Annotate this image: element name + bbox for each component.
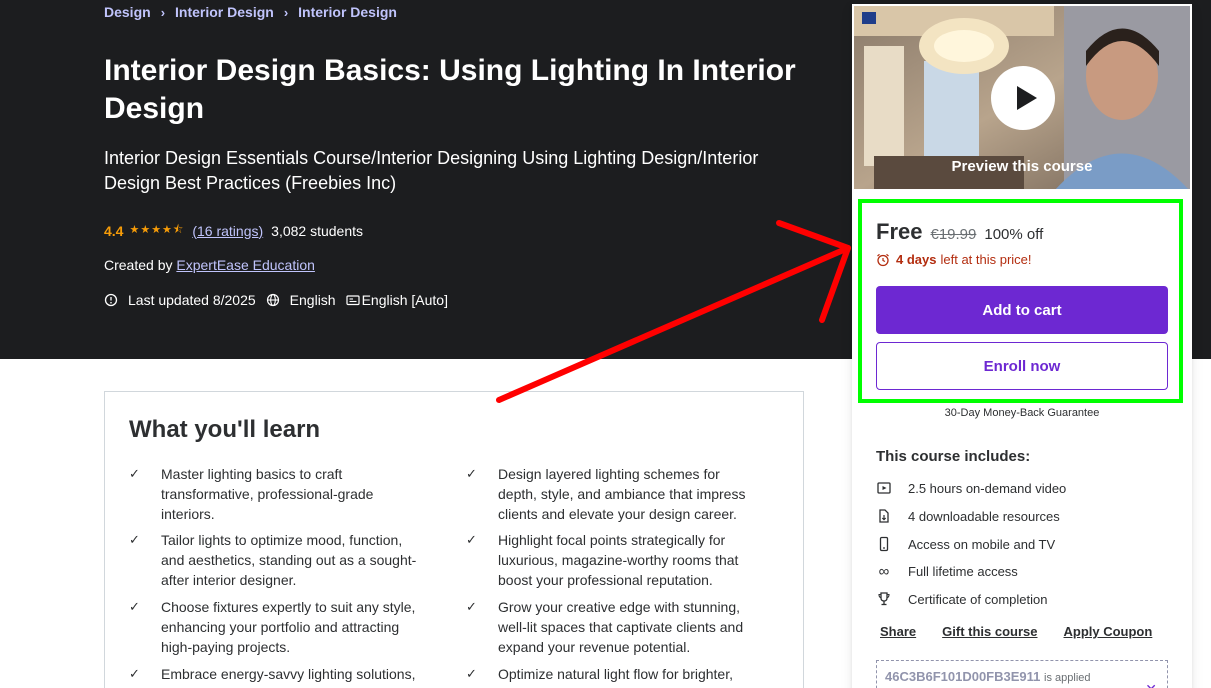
include-item-mobile: Access on mobile and TV [876,536,1055,552]
breadcrumb-item-interior-design-topic[interactable]: Interior Design [298,4,397,20]
include-item-text: Full lifetime access [908,563,1018,579]
globe-icon [266,293,279,307]
learn-heading: What you'll learn [129,416,321,443]
check-icon: ✓ [466,532,477,547]
ratings-count-link[interactable]: (16 ratings) [192,223,263,239]
closed-captions-icon [345,295,360,306]
mobile-icon [879,536,889,552]
alert-badge-icon [104,293,118,307]
include-item-text: Access on mobile and TV [908,536,1056,552]
chevron-right-icon: › [160,4,166,20]
rating-row: 4.4 ★★★★⯪ (16 ratings) 3,082 students [104,221,363,240]
learn-item-text: Highlight focal points strategically for… [498,532,739,588]
play-icon [1017,86,1037,110]
sidebar-links: Share Gift this course Apply Coupon [880,624,1178,639]
include-item-lifetime: ∞ Full lifetime access [876,562,1018,580]
check-icon: ✓ [466,599,477,614]
star-rating-icon: ★★★★⯪ [129,224,185,236]
instructor-link[interactable]: ExpertEase Education [176,257,315,273]
learn-item: ✓ Master lighting basics to craft transfo… [129,464,419,524]
last-updated: Last updated 8/2025 [104,292,256,308]
applied-coupon: 46C3B6F101D00FB3E911 is applied ✕ [876,660,1168,688]
infinity-icon: ∞ [878,562,890,580]
captions-text: English [Auto] [361,292,448,308]
rating-value: 4.4 [104,222,124,239]
trophy-icon [878,592,890,606]
learn-item: ✓ Grow your creative edge with stunning, … [466,597,756,657]
check-icon: ✓ [466,466,477,481]
learn-item: ✓ Highlight focal points strategically fo… [466,530,756,590]
learn-item: ✓ Optimize natural light flow for brighte… [466,664,756,688]
remove-coupon-icon[interactable]: ✕ [1145,681,1157,688]
learn-item-text: Optimize natural light flow for brighter… [498,666,733,688]
gift-course-link[interactable]: Gift this course [942,624,1037,639]
last-updated-text: Last updated 8/2025 [128,292,256,308]
learn-item-text: Master lighting basics to craft transfor… [161,466,374,522]
includes-title: This course includes: [876,448,1031,465]
learn-item-text: Embrace energy-savvy lighting solutions, [161,666,416,682]
chevron-right-icon: › [283,4,289,20]
check-icon: ✓ [129,466,140,481]
language-text: English [289,292,336,308]
breadcrumb-item-interior-design[interactable]: Interior Design [175,4,274,20]
include-item-text: 2.5 hours on-demand video [908,480,1067,496]
learn-item-text: Choose fixtures expertly to suit any sty… [161,599,416,655]
learn-item-text: Tailor lights to optimize mood, function… [161,532,417,588]
file-download-icon [879,509,889,523]
language: English [266,292,336,308]
captions: English [Auto] [345,292,448,308]
what-youll-learn-box: What you'll learn ✓ Master lighting basic… [104,391,804,688]
course-title: Interior Design Basics: Using Lighting I… [104,54,796,125]
include-item-certificate: Certificate of completion [876,591,1047,607]
check-icon: ✓ [129,666,140,681]
created-by-label: Created by [104,257,173,273]
money-back-guarantee: 30-Day Money-Back Guarantee [944,407,1100,419]
check-icon: ✓ [129,532,140,547]
learn-item-text: Design layered lighting schemes for dept… [498,466,746,522]
course-subtitle: Interior Design Essentials Course/Interi… [104,148,759,193]
learn-item: ✓ Embrace energy-savvy lighting solutions… [129,664,419,684]
breadcrumb: Design › Interior Design › Interior Desi… [104,4,397,20]
share-link[interactable]: Share [880,624,916,639]
breadcrumb-item-design[interactable]: Design [104,4,151,20]
include-item-video: 2.5 hours on-demand video [876,480,1066,496]
highlight-box [858,199,1183,403]
include-item-text: Certificate of completion [908,591,1048,607]
include-item-resources: 4 downloadable resources [876,508,1060,524]
learn-item-text: Grow your creative edge with stunning, w… [498,599,744,655]
learn-item: ✓ Design layered lighting schemes for dep… [466,464,756,524]
course-preview-video[interactable]: Preview this course [854,6,1190,191]
apply-coupon-link[interactable]: Apply Coupon [1064,624,1153,639]
created-by: Created by ExpertEase Education [104,257,315,273]
learn-item: ✓ Tailor lights to optimize mood, functio… [129,530,419,590]
preview-label: Preview this course [951,158,1093,175]
video-icon [877,482,891,494]
check-icon: ✓ [466,666,477,681]
play-button[interactable] [991,66,1055,130]
coupon-status: is applied [1044,672,1091,684]
check-icon: ✓ [129,599,140,614]
course-meta: Last updated 8/2025 English English [Aut… [104,292,458,308]
include-item-text: 4 downloadable resources [908,508,1060,524]
students-count: 3,082 students [271,222,364,239]
coupon-code: 46C3B6F101D00FB3E911 [885,669,1041,684]
learn-item: ✓ Choose fixtures expertly to suit any st… [129,597,419,657]
